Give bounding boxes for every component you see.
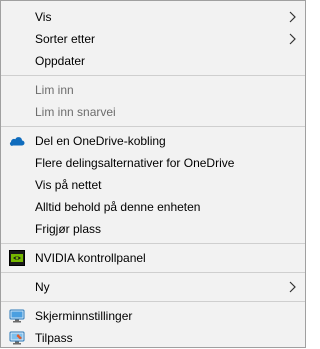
menu-item-always-keep-on-device-label: Alltid behold på denne enheten [35,200,201,214]
menu-item-free-up-space[interactable]: Frigjør plass [1,218,305,240]
menu-item-share-onedrive-link-label: Del en OneDrive-kobling [35,134,166,148]
menu-item-nvidia-control-panel-label: NVIDIA kontrollpanel [35,251,146,265]
onedrive-cloud-icon [9,137,25,146]
menu-separator [1,126,305,127]
menu-item-sort-by[interactable]: Sorter etter [1,28,305,50]
menu-separator [1,75,305,76]
nvidia-icon [9,250,25,266]
menu-item-refresh[interactable]: Oppdater [1,50,305,72]
menu-item-paste-label: Lim inn [35,83,74,97]
menu-item-personalize-label: Tilpass [35,331,73,345]
menu-item-view-online-label: Vis på nettet [35,178,102,192]
menu-separator [1,301,305,302]
menu-separator [1,243,305,244]
chevron-right-icon [289,11,296,23]
menu-item-display-settings-label: Skjerminnstillinger [35,309,133,323]
menu-item-nvidia-control-panel[interactable]: NVIDIA kontrollpanel [1,247,305,269]
display-icon [9,309,25,323]
menu-item-more-sharing-options-label: Flere delingsalternativer for OneDrive [35,156,235,170]
menu-item-paste-shortcut: Lim inn snarvei [1,101,305,123]
menu-item-refresh-label: Oppdater [35,54,86,68]
desktop-context-menu: Vis Sorter etter Oppdater Lim inn Lim in… [0,0,306,348]
menu-item-sort-by-label: Sorter etter [35,32,96,46]
menu-item-view-label: Vis [35,10,52,24]
menu-item-new[interactable]: Ny [1,276,305,298]
menu-item-more-sharing-options[interactable]: Flere delingsalternativer for OneDrive [1,152,305,174]
menu-item-paste: Lim inn [1,79,305,101]
menu-item-free-up-space-label: Frigjør plass [35,222,102,236]
menu-item-personalize[interactable]: Tilpass [1,327,305,349]
menu-item-view[interactable]: Vis [1,6,305,28]
menu-item-view-online[interactable]: Vis på nettet [1,174,305,196]
menu-item-display-settings[interactable]: Skjerminnstillinger [1,305,305,327]
personalize-icon [9,331,25,345]
menu-item-always-keep-on-device[interactable]: Alltid behold på denne enheten [1,196,305,218]
chevron-right-icon [289,33,296,45]
menu-item-share-onedrive-link[interactable]: Del en OneDrive-kobling [1,130,305,152]
menu-item-new-label: Ny [35,280,50,294]
menu-separator [1,272,305,273]
chevron-right-icon [289,281,296,293]
menu-item-paste-shortcut-label: Lim inn snarvei [35,105,116,119]
